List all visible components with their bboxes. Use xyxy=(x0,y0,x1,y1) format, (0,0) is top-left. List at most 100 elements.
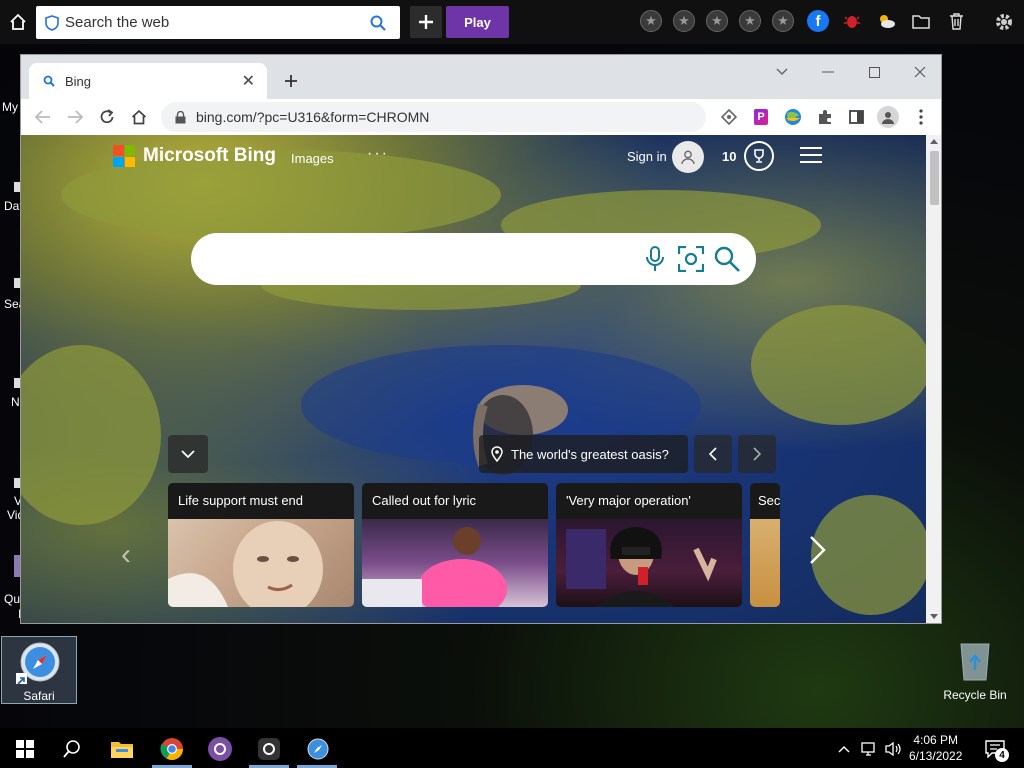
scroll-up-arrow[interactable] xyxy=(930,139,938,144)
visual-search-icon[interactable] xyxy=(677,245,705,273)
bing-search-input[interactable] xyxy=(191,233,756,285)
lock-icon[interactable] xyxy=(175,110,186,124)
sign-in-link[interactable]: Sign in xyxy=(627,149,667,164)
star-icon[interactable]: ★ xyxy=(673,10,695,32)
avatar[interactable] xyxy=(672,141,704,173)
trophy-icon[interactable] xyxy=(744,141,774,171)
folder-icon[interactable] xyxy=(910,11,932,31)
tab-search-icon[interactable] xyxy=(759,59,805,85)
news-card-title[interactable]: Sec xyxy=(750,483,780,519)
web-search-placeholder: Search the web xyxy=(65,14,170,31)
maximize-button[interactable] xyxy=(851,59,897,85)
play-button[interactable]: Play xyxy=(446,6,509,38)
news-card-title[interactable]: Called out for lyric xyxy=(362,483,548,519)
home-button-icon[interactable] xyxy=(127,105,151,129)
recycle-bin-icon[interactable]: Recycle Bin xyxy=(940,638,1010,704)
desktop-icon-label[interactable]: My xyxy=(2,100,18,114)
news-card[interactable]: 'Very major operation' xyxy=(556,483,742,607)
safari-desktop-icon[interactable]: Safari xyxy=(1,636,77,704)
search-icon[interactable] xyxy=(713,245,741,273)
star-icon[interactable]: ★ xyxy=(706,10,728,32)
bing-brand[interactable]: Microsoft Bing xyxy=(143,145,276,167)
hamburger-menu-icon[interactable] xyxy=(800,147,822,163)
scroll-thumb[interactable] xyxy=(930,151,939,205)
news-card-image[interactable] xyxy=(362,519,548,607)
sidebar-icon[interactable] xyxy=(844,105,868,129)
search-icon[interactable] xyxy=(370,15,386,31)
search-icon[interactable] xyxy=(59,736,85,762)
reload-icon[interactable] xyxy=(95,105,119,129)
url-text[interactable]: bing.com/?pc=U316&form=CHROMN xyxy=(196,109,429,125)
menu-dots-icon[interactable] xyxy=(909,105,933,129)
taskbar: 4:06 PM 6/13/2022 4 xyxy=(0,728,1024,768)
file-explorer-icon[interactable] xyxy=(109,736,135,762)
new-tab-button[interactable] xyxy=(277,67,305,95)
tab-title: Bing xyxy=(65,73,92,89)
extension-p-icon[interactable]: P xyxy=(749,105,773,129)
chevron-up-icon[interactable] xyxy=(834,736,854,762)
rewards-points[interactable]: 10 xyxy=(722,149,736,164)
trash-icon[interactable] xyxy=(945,11,967,31)
image-info-button[interactable]: The world's greatest oasis? xyxy=(479,435,688,473)
notification-count-badge: 4 xyxy=(995,748,1009,762)
address-bar[interactable]: bing.com/?pc=U316&form=CHROMN xyxy=(161,102,706,132)
network-icon[interactable] xyxy=(859,736,881,762)
carousel-next-icon[interactable] xyxy=(809,535,827,565)
chrome-icon[interactable] xyxy=(159,736,185,762)
microsoft-logo-icon[interactable] xyxy=(113,145,135,167)
add-button[interactable] xyxy=(410,6,442,38)
bing-homepage: Microsoft Bing Images ··· Sign in 10 The… xyxy=(21,135,926,623)
previous-image-button[interactable] xyxy=(694,435,732,473)
bug-icon[interactable] xyxy=(842,11,862,31)
puzzle-icon[interactable] xyxy=(813,105,837,129)
forward-icon[interactable] xyxy=(63,105,87,129)
minimize-button[interactable] xyxy=(805,59,851,85)
news-card[interactable]: Sec xyxy=(750,483,780,607)
app-q-icon[interactable] xyxy=(256,736,282,762)
system-clock[interactable]: 4:06 PM 6/13/2022 xyxy=(909,732,962,764)
desktop-icon-label[interactable]: Qu xyxy=(4,592,20,606)
back-icon[interactable] xyxy=(31,105,55,129)
news-card[interactable]: Called out for lyric xyxy=(362,483,548,607)
news-card-title[interactable]: Life support must end xyxy=(168,483,354,519)
carousel-previous-icon[interactable]: ‹ xyxy=(121,538,131,572)
recycle-bin-graphic xyxy=(956,638,994,682)
home-icon[interactable] xyxy=(8,12,28,32)
facebook-icon[interactable]: f xyxy=(807,10,829,32)
star-icon[interactable]: ★ xyxy=(739,10,761,32)
gear-icon[interactable] xyxy=(992,10,1016,34)
windows-start-icon[interactable] xyxy=(12,736,38,762)
extension-diamond-icon[interactable] xyxy=(717,105,741,129)
star-icon[interactable]: ★ xyxy=(640,10,662,32)
desktop-icon-label[interactable]: N xyxy=(11,395,20,409)
shortcut-arrow-icon xyxy=(16,673,27,685)
clock-time: 4:06 PM xyxy=(913,733,959,747)
app-ring-icon[interactable] xyxy=(207,736,233,762)
news-card-image[interactable] xyxy=(168,519,354,607)
page-scrollbar[interactable] xyxy=(926,135,941,623)
navigation-bar: bing.com/?pc=U316&form=CHROMN P xyxy=(21,99,941,135)
bing-search-favicon xyxy=(43,75,55,87)
safari-taskbar-icon[interactable] xyxy=(305,736,331,762)
collapse-feed-button[interactable] xyxy=(168,435,208,473)
extension-globe-icon[interactable] xyxy=(781,105,805,129)
news-card-title[interactable]: 'Very major operation' xyxy=(556,483,742,519)
weather-icon[interactable] xyxy=(875,11,897,31)
notification-icon[interactable]: 4 xyxy=(980,736,1010,762)
safari-label: Safari xyxy=(23,689,55,703)
news-card-image[interactable] xyxy=(750,519,780,607)
profile-icon[interactable] xyxy=(876,105,900,129)
images-link[interactable]: Images xyxy=(291,151,334,166)
news-card[interactable]: Life support must end xyxy=(168,483,354,607)
tab-bing[interactable]: Bing ✕ xyxy=(29,63,267,99)
web-search-box[interactable]: Search the web xyxy=(36,6,400,39)
more-link[interactable]: ··· xyxy=(367,145,389,163)
star-icon[interactable]: ★ xyxy=(772,10,794,32)
next-image-button[interactable] xyxy=(738,435,776,473)
close-window-button[interactable] xyxy=(897,59,941,85)
news-card-image[interactable] xyxy=(556,519,742,607)
volume-icon[interactable] xyxy=(883,736,905,762)
close-tab-icon[interactable]: ✕ xyxy=(242,71,255,91)
microphone-icon[interactable] xyxy=(641,245,669,273)
scroll-down-arrow[interactable] xyxy=(930,614,938,619)
